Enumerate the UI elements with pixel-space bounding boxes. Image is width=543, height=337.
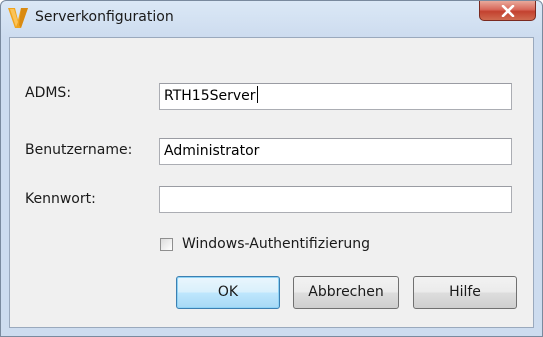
username-input[interactable]: Administrator [159, 138, 512, 165]
dialog-content: ADMS: RTH15Server Benutzername: Administ… [9, 37, 534, 328]
title-bar[interactable]: Serverkonfiguration [1, 1, 542, 37]
username-label: Benutzername: [25, 142, 133, 158]
adms-input[interactable]: RTH15Server [159, 83, 512, 110]
autodesk-vault-v-icon [8, 7, 28, 29]
help-button[interactable]: Hilfe [413, 276, 517, 309]
password-label: Kennwort: [25, 191, 96, 207]
windows-auth-label[interactable]: Windows-Authentifizierung [182, 236, 370, 252]
adms-label: ADMS: [25, 85, 72, 101]
ok-button[interactable]: OK [176, 276, 280, 309]
text-caret [256, 86, 258, 103]
window-title: Serverkonfiguration [35, 9, 174, 25]
windows-auth-checkbox[interactable] [160, 238, 173, 251]
close-x-icon [501, 5, 515, 17]
adms-input-value: RTH15Server [164, 88, 256, 104]
cancel-button[interactable]: Abbrechen [293, 276, 399, 309]
close-button[interactable] [479, 1, 536, 21]
password-input[interactable] [159, 186, 512, 213]
dialog-window: Serverkonfiguration ADMS: RTH15Server Be… [0, 0, 543, 337]
username-input-value: Administrator [164, 143, 260, 159]
